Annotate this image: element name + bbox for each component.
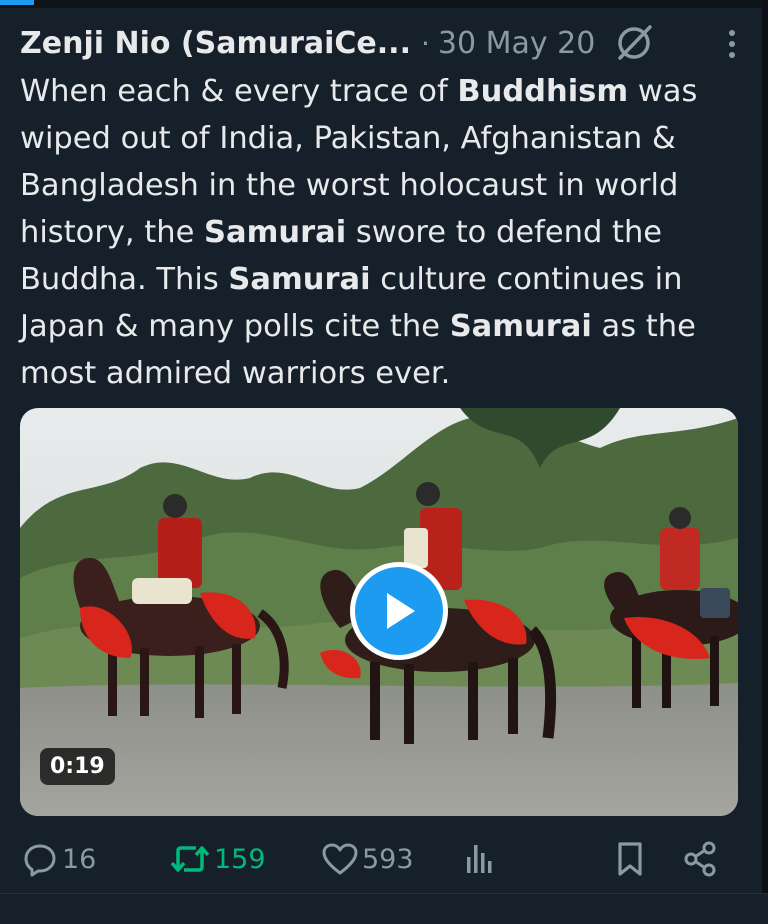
- reply-count: 16: [62, 843, 97, 875]
- tweet-text: When each & every trace of Buddhism was …: [20, 68, 720, 397]
- reply-icon: [24, 844, 56, 877]
- retweet-icon: [170, 846, 210, 872]
- play-icon: [387, 593, 415, 629]
- right-edge: [762, 0, 768, 924]
- text-segment: When each & every trace of: [20, 74, 458, 109]
- tweet-date[interactable]: 30 May 20: [438, 26, 595, 61]
- separator: ·: [420, 26, 430, 60]
- bottom-bar: [0, 893, 768, 924]
- more-vertical-icon[interactable]: [720, 24, 744, 64]
- views-icon: [467, 845, 492, 873]
- heart-icon: [322, 843, 358, 875]
- bold-keyword: Samurai: [449, 309, 592, 344]
- active-indicator: [0, 0, 34, 5]
- bookmark-button[interactable]: [612, 836, 648, 882]
- like-button[interactable]: 593: [320, 836, 414, 882]
- video-player[interactable]: 0:19: [20, 408, 738, 816]
- tweet-actions: 16 159 593: [20, 836, 740, 882]
- author-name[interactable]: Zenji Nio (SamuraiCe...: [20, 26, 411, 61]
- tweet-header: Zenji Nio (SamuraiCe... · 30 May 20: [20, 22, 735, 64]
- share-button[interactable]: [680, 836, 720, 882]
- bold-keyword: Samurai: [228, 262, 371, 297]
- retweet-count: 159: [214, 843, 266, 875]
- bold-keyword: Buddhism: [457, 74, 629, 109]
- video-duration: 0:19: [40, 748, 115, 785]
- like-count: 593: [362, 843, 414, 875]
- grok-icon[interactable]: [612, 22, 656, 64]
- retweet-button[interactable]: 159: [168, 836, 266, 882]
- top-divider: [0, 0, 768, 8]
- reply-button[interactable]: 16: [20, 836, 96, 882]
- bold-keyword: Samurai: [204, 215, 347, 250]
- play-button[interactable]: [350, 562, 448, 660]
- views-button[interactable]: [462, 836, 498, 882]
- bookmark-icon: [618, 842, 642, 876]
- share-icon: [684, 841, 716, 877]
